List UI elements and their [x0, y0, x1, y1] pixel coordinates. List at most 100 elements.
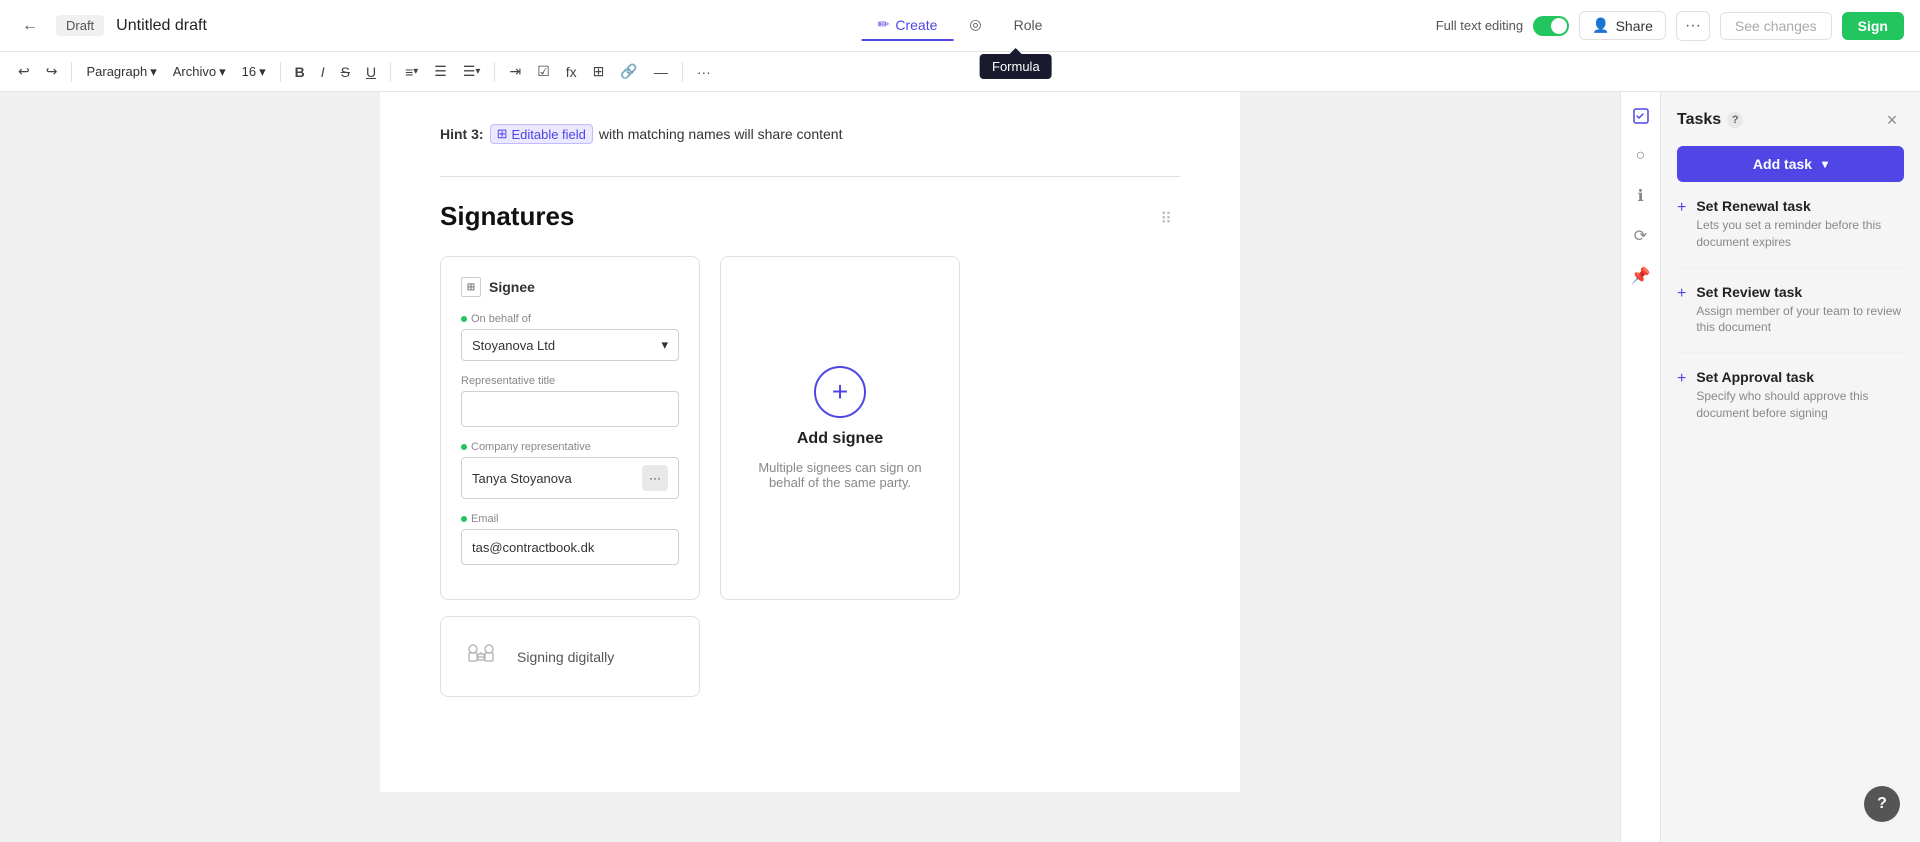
history-side-icon[interactable]: ⟳ — [1625, 220, 1657, 252]
size-label: 16 — [242, 64, 256, 79]
tasks-side-icon[interactable] — [1625, 100, 1657, 132]
numbered-list-icon: ☰ — [463, 63, 476, 80]
task-review-desc: Assign member of your team to review thi… — [1696, 303, 1904, 337]
tab-role[interactable]: Role — [998, 11, 1059, 41]
signing-label: Signing digitally — [517, 649, 614, 665]
task-item-renewal: + Set Renewal task Lets you set a remind… — [1677, 198, 1904, 268]
formula-button[interactable]: fx — [560, 60, 583, 84]
formatting-toolbar: ↩ ↪ Paragraph ▾ Archivo ▾ 16 ▾ B I S U ≡… — [0, 52, 1920, 92]
section-divider — [440, 176, 1180, 177]
drag-handle[interactable]: ⠿ — [1160, 209, 1172, 229]
hint-label: Hint 3: — [440, 126, 484, 142]
indent-button[interactable]: ⇥ — [503, 59, 527, 84]
company-rep-value: Tanya Stoyanova — [472, 471, 572, 486]
tab-create[interactable]: ✏ Create — [862, 10, 954, 41]
sign-button[interactable]: Sign — [1842, 12, 1904, 40]
tasks-info-icon[interactable]: ? — [1727, 112, 1743, 128]
main-layout: Hint 3: ⊞ Editable field with matching n… — [0, 92, 1920, 842]
info-side-icon[interactable]: ℹ — [1625, 180, 1657, 212]
see-changes-button[interactable]: See changes — [1720, 12, 1832, 40]
email-dot — [461, 516, 467, 522]
strikethrough-button[interactable]: S — [335, 60, 356, 84]
add-signee-title: Add signee — [797, 430, 883, 448]
task-review-title: Set Review task — [1696, 284, 1904, 300]
divider-button[interactable]: — — [648, 60, 674, 84]
link-button[interactable]: 🔗 — [614, 59, 643, 84]
add-task-chevron: ▾ — [1822, 157, 1828, 171]
help-button[interactable]: ? — [1864, 786, 1900, 822]
font-label: Archivo — [173, 64, 216, 79]
circle-side-icon[interactable]: ○ — [1625, 140, 1657, 172]
task-review-content: Set Review task Assign member of your te… — [1696, 284, 1904, 337]
email-group: Email — [461, 513, 679, 565]
document-page: Hint 3: ⊞ Editable field with matching n… — [380, 92, 1240, 792]
task-renewal-add[interactable]: + — [1677, 199, 1686, 251]
on-behalf-label-text: On behalf of — [471, 313, 531, 325]
numbered-list-button[interactable]: ☰ ▾ — [457, 59, 487, 84]
undo-button[interactable]: ↩ — [12, 59, 36, 84]
italic-button[interactable]: I — [315, 60, 331, 84]
back-button[interactable]: ← — [16, 12, 44, 40]
email-input[interactable] — [461, 529, 679, 565]
task-item-review: + Set Review task Assign member of your … — [1677, 284, 1904, 354]
bullet-list-button[interactable]: ☰ — [428, 59, 453, 84]
font-select[interactable]: Archivo ▾ — [167, 61, 232, 83]
checkbox-button[interactable]: ☑ — [531, 59, 556, 84]
share-button[interactable]: 👤 Share — [1579, 11, 1666, 40]
rep-title-input[interactable] — [461, 391, 679, 427]
on-behalf-select[interactable]: Stoyanova Ltd ▾ — [461, 329, 679, 361]
required-dot — [461, 316, 467, 322]
side-icons: ○ ℹ ⟳ 📌 — [1620, 92, 1660, 842]
more-button[interactable]: ··· — [1676, 11, 1710, 41]
document-area[interactable]: Hint 3: ⊞ Editable field with matching n… — [0, 92, 1620, 842]
editable-field-badge[interactable]: ⊞ Editable field — [490, 124, 593, 144]
numbered-chevron: ▾ — [475, 66, 480, 77]
redo-button[interactable]: ↪ — [40, 59, 64, 84]
task-review-add[interactable]: + — [1677, 285, 1686, 337]
pencil-icon: ✏ — [878, 16, 890, 33]
toolbar-divider-2 — [280, 62, 281, 82]
tab-role-label: Role — [1014, 17, 1043, 33]
signing-digital-icon — [461, 633, 501, 680]
email-label: Email — [461, 513, 679, 525]
tasks-title: Tasks ? — [1677, 111, 1743, 129]
signee-card: ⊞ Signee On behalf of Stoyanova Ltd ▾ — [440, 256, 700, 600]
on-behalf-chevron: ▾ — [661, 337, 668, 353]
align-icon: ≡ — [405, 64, 413, 80]
email-label-text: Email — [471, 513, 499, 525]
more-toolbar-button[interactable]: ··· — [691, 60, 717, 84]
add-signee-description: Multiple signees can sign on behalf of t… — [741, 460, 939, 490]
add-signee-button[interactable]: + — [814, 366, 866, 418]
full-text-toggle[interactable] — [1533, 16, 1569, 36]
size-select[interactable]: 16 ▾ — [236, 61, 272, 83]
company-rep-menu-button[interactable]: ··· — [642, 465, 668, 491]
align-button[interactable]: ≡ ▾ — [399, 60, 424, 84]
align-chevron: ▾ — [413, 66, 418, 77]
tasks-header: Tasks ? × — [1677, 108, 1904, 132]
doc-title: Untitled draft — [116, 17, 1424, 35]
on-behalf-group: On behalf of Stoyanova Ltd ▾ — [461, 313, 679, 361]
add-task-label: Add task — [1753, 156, 1812, 172]
paragraph-select[interactable]: Paragraph ▾ — [80, 61, 162, 83]
tasks-panel: Tasks ? × Add task ▾ + Set Renewal task … — [1660, 92, 1920, 842]
hint-text: with matching names will share content — [599, 126, 843, 142]
add-signee-card: + Add signee Multiple signees can sign o… — [720, 256, 960, 600]
size-chevron: ▾ — [259, 64, 266, 80]
tab-formula-area[interactable]: ◎ — [953, 10, 997, 41]
task-renewal-title: Set Renewal task — [1696, 198, 1904, 214]
task-approval-desc: Specify who should approve this document… — [1696, 388, 1904, 422]
pin-side-icon[interactable]: 📌 — [1625, 260, 1657, 292]
add-task-button[interactable]: Add task ▾ — [1677, 146, 1904, 182]
on-behalf-value: Stoyanova Ltd — [472, 338, 555, 353]
task-approval-add[interactable]: + — [1677, 370, 1686, 422]
bold-button[interactable]: B — [289, 60, 311, 84]
table-button[interactable]: ⊞ — [587, 59, 611, 84]
underline-button[interactable]: U — [360, 60, 382, 84]
tab-create-label: Create — [895, 17, 937, 33]
topbar-tabs: ✏ Create ◎ Role Formula — [862, 10, 1059, 41]
tasks-close-button[interactable]: × — [1880, 108, 1904, 132]
hint-bar: Hint 3: ⊞ Editable field with matching n… — [440, 116, 1180, 160]
company-rep-label: Company representative — [461, 441, 679, 453]
tasks-title-text: Tasks — [1677, 111, 1721, 129]
font-chevron: ▾ — [219, 64, 226, 80]
